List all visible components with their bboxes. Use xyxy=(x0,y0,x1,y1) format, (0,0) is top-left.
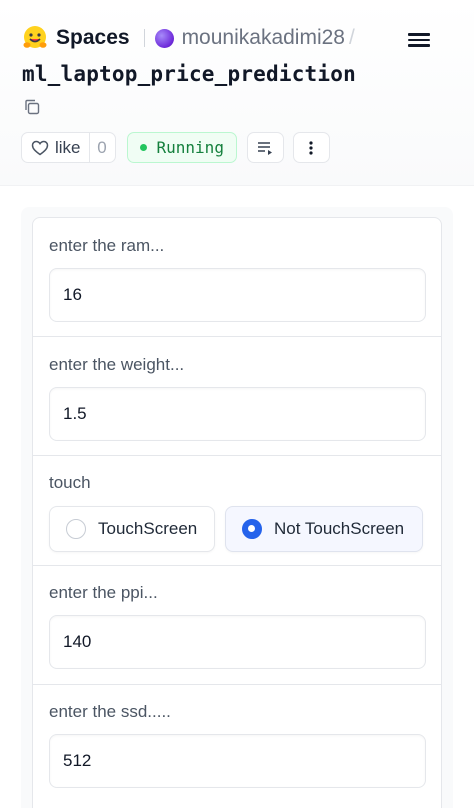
avatar[interactable] xyxy=(154,28,174,48)
radio-unchecked-icon xyxy=(66,519,86,539)
space-title[interactable]: ml_laptop_price_prediction xyxy=(22,62,356,86)
ppi-block: enter the ppi... xyxy=(33,566,441,685)
menu-icon[interactable] xyxy=(408,30,430,48)
radio-touchscreen[interactable]: TouchScreen xyxy=(49,506,215,552)
ppi-label: enter the ppi... xyxy=(49,583,158,602)
status-text: Running xyxy=(156,138,224,157)
ram-label: enter the ram... xyxy=(49,236,165,255)
owner-link[interactable]: mounikakadimi28 xyxy=(182,26,345,50)
path-separator: / xyxy=(348,26,355,49)
radio-touchscreen-label: TouchScreen xyxy=(98,519,198,538)
space-actions: like 0 Running xyxy=(21,132,330,163)
app-container: enter the ram... enter the weight... tou… xyxy=(21,207,453,808)
radio-not-touchscreen-label: Not TouchScreen xyxy=(274,519,405,538)
ppi-input[interactable] xyxy=(49,615,426,669)
logs-button[interactable] xyxy=(246,132,284,163)
ssd-block: enter the ssd..... xyxy=(33,685,441,808)
status-dot-icon xyxy=(139,144,147,151)
touch-label: touch xyxy=(49,473,91,492)
heart-icon xyxy=(31,140,49,155)
weight-label: enter the weight... xyxy=(49,355,185,374)
like-label: like xyxy=(55,137,81,157)
like-button-group: like 0 xyxy=(21,132,116,163)
like-count[interactable]: 0 xyxy=(88,133,115,162)
like-button[interactable]: like xyxy=(22,133,89,162)
radio-not-touchscreen[interactable]: Not TouchScreen xyxy=(225,506,423,552)
ssd-input[interactable] xyxy=(49,734,426,788)
copy-icon[interactable] xyxy=(23,98,41,116)
more-button[interactable] xyxy=(292,132,330,163)
hugging-face-logo-icon[interactable] xyxy=(22,25,48,51)
status-badge: Running xyxy=(126,132,237,163)
brand-row: Spaces mounikakadimi28 / xyxy=(22,22,452,54)
radio-checked-icon xyxy=(242,519,262,539)
input-panel: enter the ram... enter the weight... tou… xyxy=(32,217,442,808)
ram-input[interactable] xyxy=(49,268,426,322)
spaces-link[interactable]: Spaces xyxy=(56,26,130,50)
weight-block: enter the weight... xyxy=(33,337,441,456)
ssd-label: enter the ssd..... xyxy=(49,702,171,721)
playlist-icon xyxy=(258,141,273,155)
more-vertical-icon xyxy=(309,140,314,155)
space-header: Spaces mounikakadimi28 / ml_laptop_price… xyxy=(0,0,474,186)
divider xyxy=(143,29,145,47)
ram-block: enter the ram... xyxy=(33,218,441,337)
weight-input[interactable] xyxy=(49,387,426,441)
